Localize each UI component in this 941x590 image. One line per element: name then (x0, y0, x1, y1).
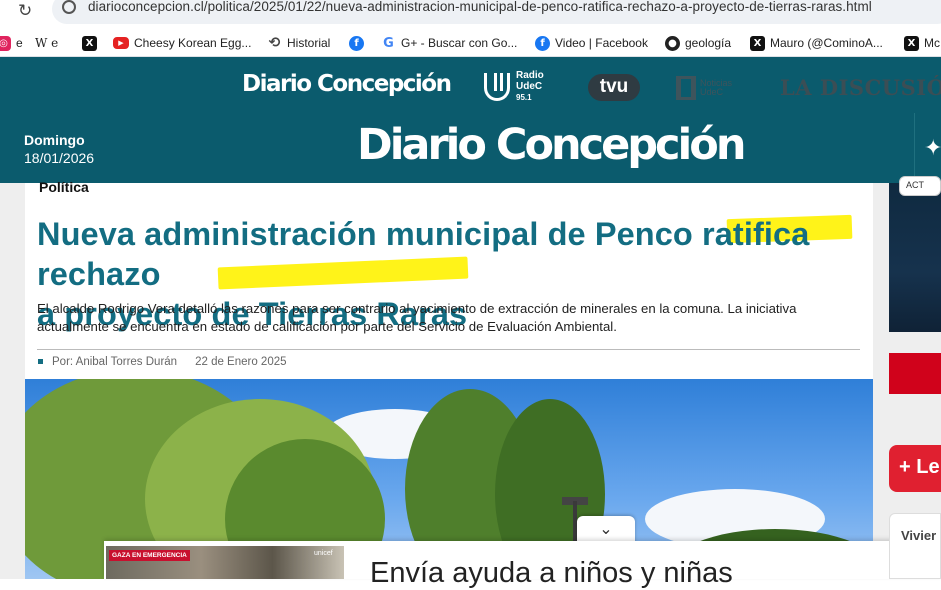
ad-badge: GAZA EN EMERGENCIA (109, 550, 190, 561)
rail-read-more-button[interactable]: + Le (889, 445, 941, 492)
la-discusion-link[interactable]: LA DISCUSIÓN (780, 75, 941, 100)
diario-concepcion-link[interactable]: Diario Concepción (242, 71, 452, 97)
rail-banner[interactable] (889, 183, 941, 332)
bookmark-11[interactable]: X Mc (904, 35, 940, 51)
divider (37, 349, 860, 350)
bookmark-label: Mauro (@CominoA... (770, 36, 883, 50)
section-label[interactable]: Política (39, 179, 89, 195)
bookmark-1[interactable]: ◎ e (0, 35, 23, 51)
header-day: Domingo (24, 132, 85, 148)
rail-red-banner[interactable] (889, 353, 941, 394)
site-logo[interactable]: Diario Concepción (357, 120, 746, 170)
x-icon: X (904, 35, 919, 51)
site-info-icon[interactable] (62, 0, 76, 14)
bookmark-label: Cheesy Korean Egg... (134, 36, 252, 50)
bookmark-label: G+ - Buscar con Go... (401, 36, 518, 50)
bookmark-label: e (16, 36, 23, 50)
bookmark-label: Historial (287, 36, 331, 50)
rail-card[interactable]: Vivier (889, 513, 941, 579)
rail-act-button[interactable]: ACT (899, 176, 941, 196)
bullet-icon (38, 359, 43, 365)
reload-icon[interactable]: ↻ (18, 1, 32, 21)
radio-freq: 95.1 (516, 93, 532, 102)
github-icon: ● (665, 35, 680, 51)
chevron-down-icon[interactable]: ⌄ (577, 516, 635, 544)
header-date: 18/01/2026 (24, 150, 95, 166)
facebook-icon: f (535, 35, 550, 51)
bookmark-label: Mc (924, 36, 940, 50)
bookmark-label: geología (685, 36, 732, 50)
history-icon: ⟲ (268, 34, 281, 51)
ad-image: GAZA EN EMERGENCIA unicef (106, 546, 344, 579)
byline: Por: Anibal Torres Durán 22 de Enero 202… (38, 356, 287, 368)
bookmark-2[interactable]: W e (35, 35, 58, 51)
udec-text: UdeC (700, 87, 724, 97)
bookmark-label: Video | Facebook (555, 36, 648, 50)
youtube-icon: ▶ (113, 37, 129, 49)
facebook-icon: f (349, 35, 364, 51)
menu-icon: ✦ (924, 135, 941, 160)
bookmark-9[interactable]: ● geología (665, 35, 731, 51)
article-lede: El alcalde Rodrigo Vera detalló las razo… (37, 301, 797, 334)
x-icon: X (750, 35, 765, 51)
browser-url-bar: ↻ diarioconcepcion.cl/politica/2025/01/2… (0, 0, 941, 28)
author: Por: Anibal Torres Durán (38, 356, 177, 368)
bookmark-5[interactable]: ⟲ Historial (267, 34, 331, 51)
author-name: Por: Anibal Torres Durán (52, 356, 178, 368)
publish-date: 22 de Enero 2025 (195, 356, 287, 368)
noticias-udec-logo-icon (676, 76, 696, 100)
bookmark-label: W e (35, 36, 59, 50)
radio-udec-text: Radio UdeC 95.1 (516, 70, 544, 103)
site-header: Domingo 18/01/2026 Diario Concepción (0, 113, 914, 183)
url-text[interactable]: diarioconcepcion.cl/politica/2025/01/22/… (88, 0, 872, 14)
headline-line-1: Nueva administración municipal de Penco … (37, 216, 810, 292)
x-icon: X (82, 35, 97, 51)
radio-sub: UdeC (516, 81, 543, 92)
bookmark-4[interactable]: ▶ Cheesy Korean Egg... (113, 35, 251, 51)
google-icon: G (383, 35, 394, 51)
bookmark-10[interactable]: X Mauro (@CominoA... (750, 35, 883, 51)
ad-text: Envía ayuda a niños y niñas (370, 557, 733, 589)
bookmark-3[interactable]: X (82, 35, 97, 51)
sticky-ad[interactable]: GAZA EN EMERGENCIA unicef Envía ayuda a … (104, 541, 941, 589)
noticias-udec-link[interactable]: Noticias UdeC (676, 76, 732, 100)
bookmark-8[interactable]: f Video | Facebook (535, 35, 648, 51)
bookmark-6[interactable]: f (349, 35, 364, 51)
noticias-udec-text: Noticias UdeC (700, 79, 732, 97)
unicef-logo: unicef (314, 550, 333, 557)
menu-button[interactable]: ✦ (914, 113, 941, 183)
bookmark-7[interactable]: G G+ - Buscar con Go... (381, 35, 517, 51)
instagram-icon: ◎ (0, 35, 11, 51)
network-nav: Diario Concepción Radio UdeC 95.1 tvu No… (0, 57, 941, 113)
bookmarks-bar: ◎ e W e X ▶ Cheesy Korean Egg... ⟲ Histo… (0, 28, 941, 57)
tvu-link[interactable]: tvu (588, 74, 640, 101)
radio-udec-link[interactable]: Radio UdeC 95.1 (484, 70, 544, 103)
radio-name: Radio (516, 70, 544, 81)
radio-udec-logo-icon (484, 72, 510, 101)
